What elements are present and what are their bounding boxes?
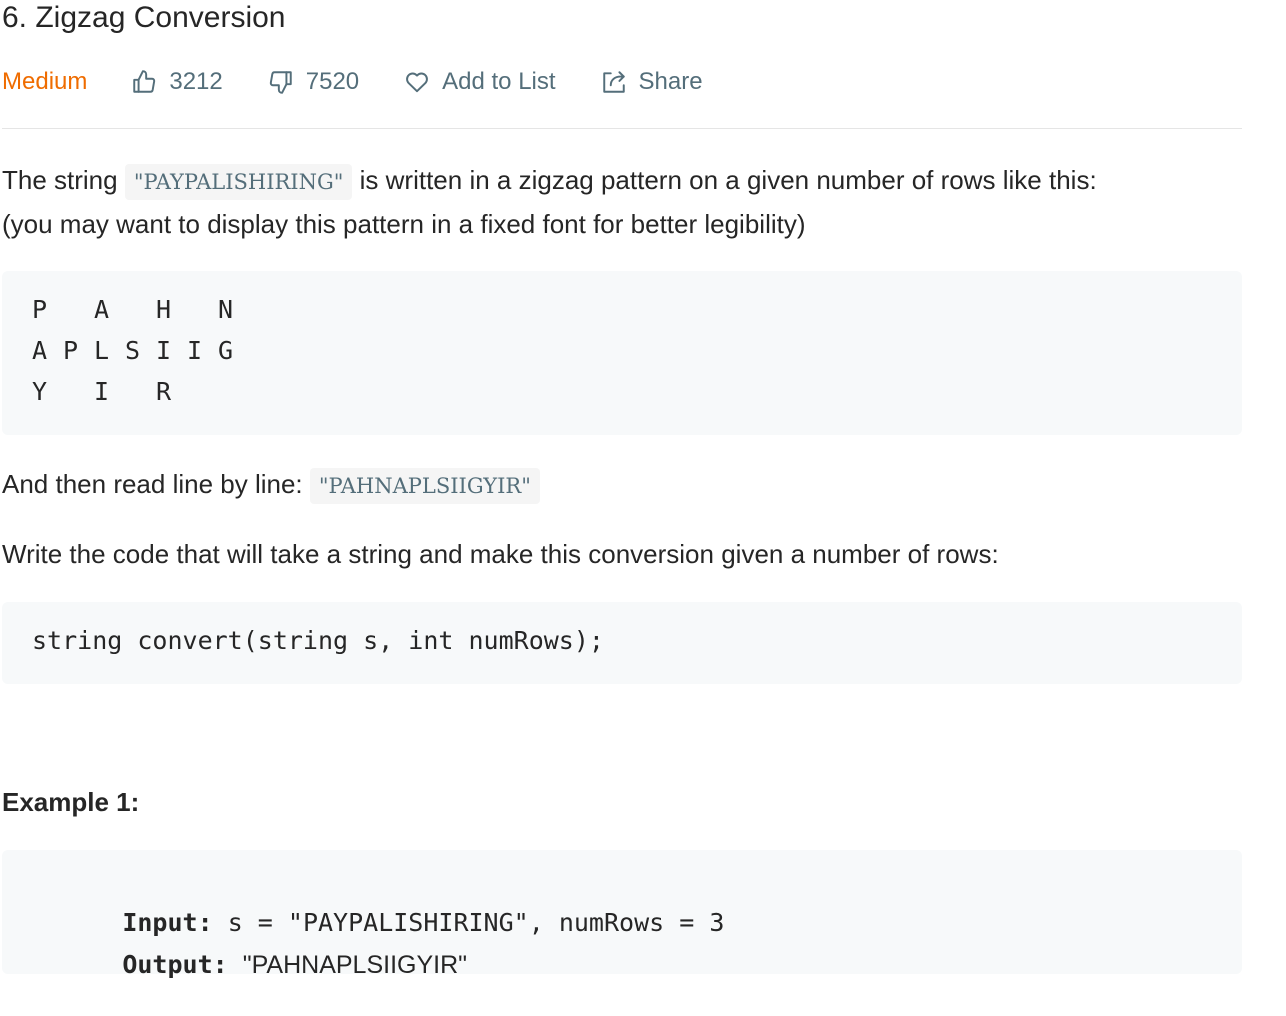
inline-code: "PAYPALISHIRING" (124, 164, 353, 200)
description-paragraph-2: And then read line by line: "PAHNAPLSIIG… (2, 462, 540, 508)
paragraph-text: is written in a zigzag pattern on a give… (359, 165, 1097, 195)
zigzag-char: I (156, 336, 172, 365)
description-paragraph-3: Write the code that will take a string a… (2, 539, 999, 569)
share-label: Share (638, 68, 703, 95)
example-1-block: Input: s = "PAYPALISHIRING", numRows = 3… (2, 850, 1242, 979)
zigzag-pattern-block: PAHNAPLSIIGYIR (2, 271, 1242, 435)
signature-code-block: string convert(string s, int numRows); (2, 602, 1242, 684)
difficulty-badge: Medium (2, 68, 88, 95)
function-signature: string convert(string s, int numRows); (32, 626, 604, 655)
thumbs-down-icon (269, 71, 292, 94)
zigzag-char: R (156, 377, 172, 406)
output-label: Output: (122, 950, 228, 979)
problem-title: 6. Zigzag Conversion (2, 1, 286, 34)
heart-icon (406, 72, 429, 93)
thumbs-up-icon (133, 70, 156, 93)
problem-meta-bar: Medium 3212 7520 Add to List Share (2, 62, 748, 102)
likes-count: 3212 (169, 68, 223, 95)
description-paragraph-1-line-2: (you may want to display this pattern in… (2, 209, 806, 239)
zigzag-char: N (218, 295, 234, 324)
inline-code: "PAHNAPLSIIGYIR" (309, 468, 540, 504)
zigzag-char: A (32, 336, 48, 365)
zigzag-char: S (125, 336, 141, 365)
zigzag-char: G (218, 336, 234, 365)
add-to-list-button[interactable]: Add to List (404, 68, 556, 96)
paragraph-text: And then read line by line: (2, 469, 303, 499)
like-button[interactable]: 3212 (131, 68, 223, 96)
output-value: "PAHNAPLSIIGYIR" (242, 951, 468, 979)
paragraph-text: The string (2, 165, 118, 195)
add-to-list-label: Add to List (442, 68, 556, 95)
zigzag-char: A (94, 295, 110, 324)
example-1-heading: Example 1: (2, 787, 140, 817)
share-icon (602, 71, 625, 93)
zigzag-char: P (32, 295, 48, 324)
zigzag-char: I (187, 336, 203, 365)
zigzag-char: L (94, 336, 110, 365)
description-paragraph-1: The string "PAYPALISHIRING" is written i… (2, 158, 1097, 204)
header-divider (2, 128, 1242, 129)
zigzag-char: H (156, 295, 172, 324)
dislikes-count: 7520 (305, 68, 360, 95)
dislike-button[interactable]: 7520 (268, 68, 359, 96)
zigzag-char: I (94, 377, 110, 406)
share-button[interactable]: Share (601, 68, 703, 96)
zigzag-char: P (63, 336, 79, 365)
zigzag-char: Y (32, 377, 48, 406)
example-output-line: Output: "PAHNAPLSIIGYIR" (32, 914, 467, 1016)
